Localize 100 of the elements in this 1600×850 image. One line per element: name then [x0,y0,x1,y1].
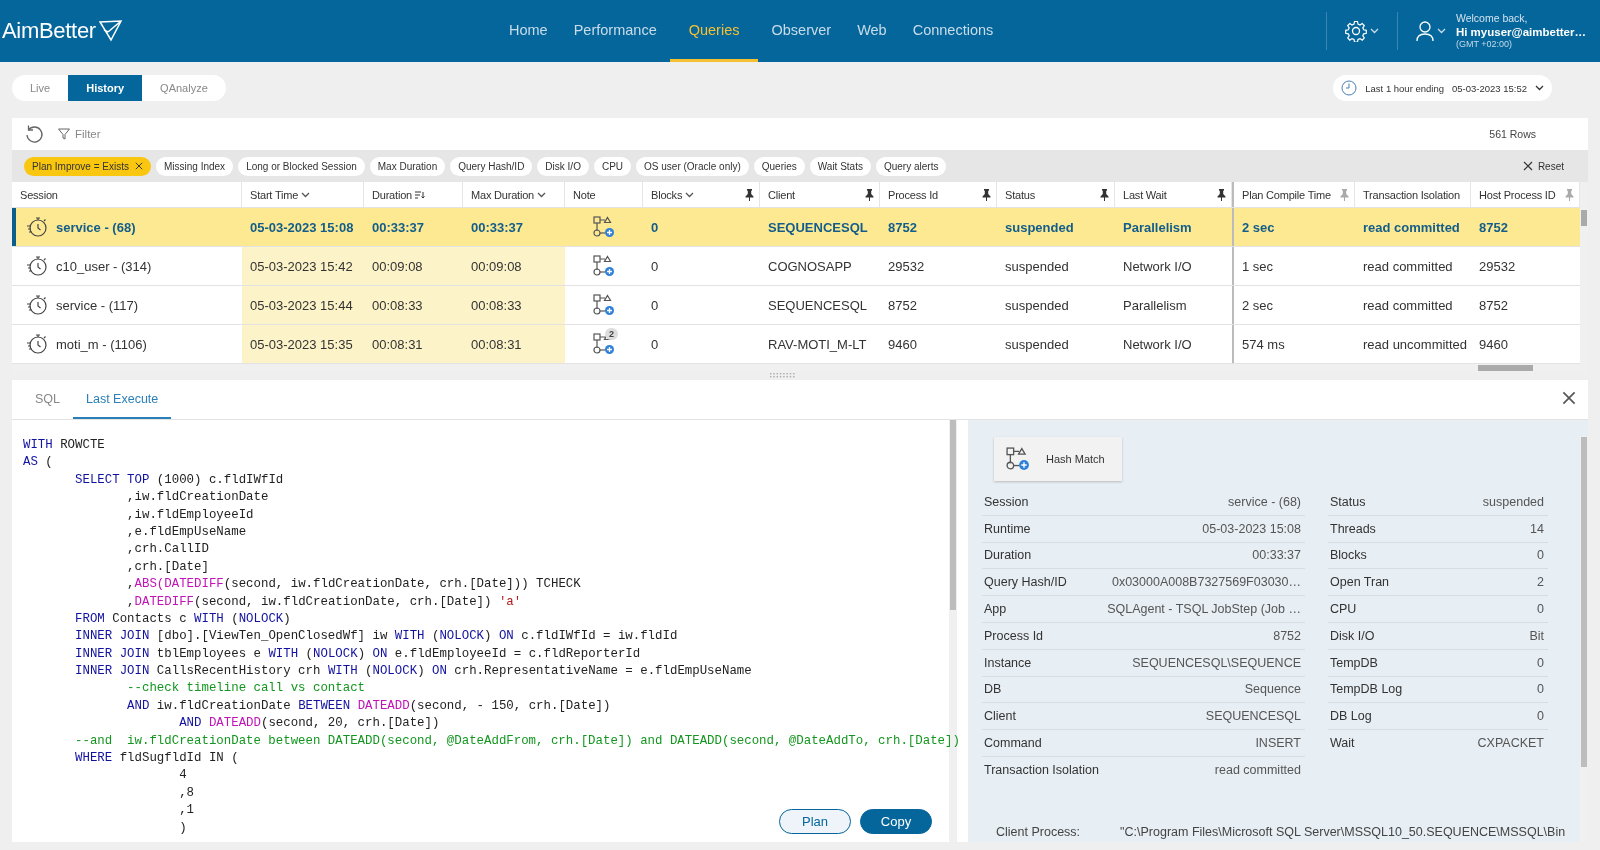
table-cell: 8752 [888,297,917,313]
flowchart-icon[interactable] [593,333,615,355]
table-cell: 2 sec [1242,219,1275,235]
row-count: 561 Rows [1489,128,1536,140]
sort-icon[interactable] [415,190,425,199]
nav-tab[interactable]: Queries [669,0,759,62]
field-label: TempDB [1330,655,1378,670]
filter-chip[interactable]: Query Hash/ID [450,156,533,176]
mode-tab[interactable]: Live [12,75,69,101]
user-icon[interactable] [1415,20,1434,42]
field-value: 00:33:37 [1252,548,1301,563]
time-range-selector[interactable]: Last 1 hour ending 05-03-2023 15:52 [1333,75,1552,101]
column-header[interactable]: Max Duration [471,188,534,201]
close-icon[interactable] [1522,161,1533,171]
field-value: 0 [1537,602,1544,617]
flowchart-icon[interactable] [593,216,615,238]
code-line: ,DATEDIFF(second, iw.fldCreationDate, crh.[Date]) 'a' [126,593,522,611]
field-label: Runtime [984,521,1031,536]
code-line: AS ( [23,454,53,472]
column-header[interactable]: Status [1005,188,1035,201]
code-line: AND DATEADD(second, 20, crh.[Date]) [178,715,440,733]
field-value: 14 [1530,521,1544,536]
nav-tab[interactable]: Connections [899,0,1007,62]
table-cell: SEQUENCESQL [768,297,867,313]
pin-icon[interactable] [1217,188,1226,201]
table-cell: 05-03-2023 15:42 [250,258,353,274]
field-label: CPU [1330,602,1357,617]
table-cell: 8752 [1479,219,1508,235]
field-label: Duration [984,548,1032,563]
field-value: 8752 [1273,628,1301,643]
code-line: 4 [178,767,187,785]
field-value: 05-03-2023 15:08 [1202,521,1301,536]
column-header[interactable]: Process Id [888,188,938,201]
chevron-down-icon[interactable] [537,191,546,198]
field-label: Wait [1330,736,1355,751]
code-line: AND iw.fldCreationDate BETWEEN DATEADD(second, - 150, crh.[Date]) [126,697,611,715]
filter-chip[interactable]: Max Duration [369,156,446,176]
reset-button[interactable]: Reset [1522,160,1576,172]
table-row[interactable]: service - (68) 05-03-2023 15:08 00:33:37 00:33:37 0 SEQUENCESQL 8752 suspended Parallelism 2 sec read committed 8752 [12,208,1580,247]
pin-icon[interactable] [1100,188,1109,201]
nav-tab[interactable]: Performance [560,0,670,62]
column-header[interactable]: Duration [372,188,412,201]
table-cell: COGNOSAPP [768,258,852,274]
filter-chip[interactable]: CPU [593,156,632,176]
scrollbar[interactable] [1580,437,1588,842]
pin-icon[interactable] [745,188,754,201]
field-value: 0x03000A008B7327569F03030… [1111,575,1301,590]
code-line: WITH ROWCTE [23,437,105,454]
field-label: Client [984,709,1016,724]
table-row[interactable]: service - (117) 05-03-2023 15:44 00:08:33 00:08:33 0 SEQUENCESQL 8752 suspended Parallelism 2 sec read committed 8752 [12,286,1580,325]
field-value: 0 [1537,548,1544,563]
resize-handle[interactable] [770,373,796,378]
mode-tab[interactable]: QAnalyze [142,75,226,101]
table-cell: 8752 [888,219,917,235]
pin-icon[interactable] [982,188,991,201]
refresh-icon[interactable] [24,124,44,144]
panel-tab[interactable]: SQL [22,380,73,419]
column-header[interactable]: Blocks [651,188,683,201]
filter-chip[interactable]: Plan Improve = Exists [24,156,151,176]
filter-chip[interactable]: OS user (Oracle only) [636,156,749,176]
filter-chip[interactable]: Missing Index [156,156,234,176]
chevron-down-icon[interactable] [301,191,311,198]
column-header[interactable]: Plan Compile Time [1242,188,1331,201]
filter-button[interactable]: Filter [58,128,101,140]
field-label: Threads [1330,521,1376,536]
filter-chip[interactable]: Wait Stats [809,156,871,176]
table-row[interactable]: c10_user - (314) 05-03-2023 15:42 00:09:08 00:09:08 0 COGNOSAPP 29532 suspended Network I/O 1 sec read committed 29532 [12,247,1580,286]
pin-icon[interactable] [865,188,874,201]
column-header[interactable]: Last Wait [1123,188,1167,201]
filter-chip[interactable]: Query alerts [875,156,947,176]
flowchart-icon[interactable] [593,255,615,277]
nav-tab[interactable]: Home [496,0,561,62]
operator-card[interactable]: Hash Match [994,437,1122,481]
copy-button[interactable]: Copy [860,809,932,834]
column-header[interactable]: Note [573,188,596,201]
filter-chip[interactable]: Disk I/O [537,156,589,176]
column-header[interactable]: Transaction Isolation [1363,188,1460,201]
table-cell: 8752 [1479,297,1508,313]
field-label: Instance [984,655,1032,670]
nav-tab[interactable]: Web [844,0,900,62]
close-icon[interactable] [135,162,143,170]
close-icon[interactable] [1562,390,1576,405]
table-row[interactable]: moti_m - (1106) 05-03-2023 15:35 00:08:31 00:08:31 2 0 RAV-MOTI_M-LT 9460 suspended Network I/O 574 ms read uncommitted 9460 [12,325,1580,364]
column-header[interactable]: Client [768,188,795,201]
column-header[interactable]: Start Time [250,188,299,201]
filter-chip[interactable]: Queries [753,156,805,176]
chevron-down-icon[interactable] [1535,85,1544,91]
filter-chip[interactable]: Long or Blocked Session [238,156,365,176]
flowchart-icon[interactable] [593,294,615,316]
table-cell: 00:08:33 [372,297,423,313]
column-header[interactable]: Host Process ID [1479,188,1556,201]
nav-tab[interactable]: Observer [758,0,845,62]
column-header[interactable]: Session [20,188,58,201]
stopwatch-icon [26,216,48,238]
table-cell: 1 sec [1242,258,1274,274]
chevron-down-icon[interactable] [685,191,695,198]
settings-icon[interactable] [1344,20,1367,42]
mode-tab[interactable]: History [68,75,143,101]
panel-tab[interactable]: Last Execute [73,380,172,419]
plan-button[interactable]: Plan [779,809,851,834]
